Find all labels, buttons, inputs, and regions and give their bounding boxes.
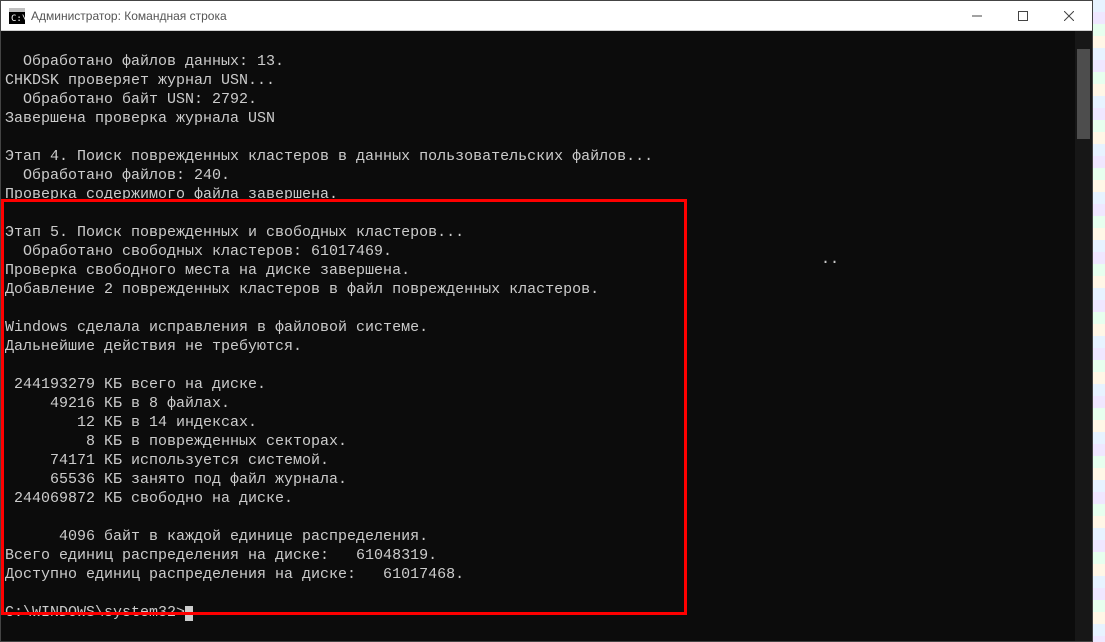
titlebar[interactable]: C:\ Администратор: Командная строка	[1, 1, 1092, 31]
app-window: C:\ Администратор: Командная строка Обра…	[0, 0, 1093, 642]
scrollbar-thumb[interactable]	[1077, 49, 1090, 139]
output-line: 65536 КБ занято под файл журнала.	[5, 471, 347, 488]
desktop-edge	[1093, 0, 1105, 642]
output-line: Дальнейшие действия не требуются.	[5, 338, 302, 355]
output-line: Обработано свободных кластеров: 61017469…	[5, 243, 392, 260]
svg-text:C:\: C:\	[11, 14, 25, 24]
output-line: 8 КБ в поврежденных секторах.	[5, 433, 347, 450]
output-line: Проверка содержимого файла завершена.	[5, 186, 338, 203]
cmd-icon: C:\	[9, 8, 25, 24]
prompt: C:\WINDOWS\system32>	[5, 604, 185, 621]
output-line: Этап 5. Поиск поврежденных и свободных к…	[5, 224, 464, 241]
output-line: 244069872 КБ свободно на диске.	[5, 490, 293, 507]
output-line: Доступно единиц распределения на диске: …	[5, 566, 464, 583]
minimize-button[interactable]	[954, 1, 1000, 30]
output-line: 4096 байт в каждой единице распределения…	[5, 528, 428, 545]
vertical-scrollbar[interactable]	[1075, 31, 1092, 641]
cursor	[185, 606, 193, 621]
ellipsis-indicator: ..	[821, 249, 839, 268]
close-button[interactable]	[1046, 1, 1092, 30]
output-line: Проверка свободного места на диске завер…	[5, 262, 410, 279]
output-line: Добавление 2 поврежденных кластеров в фа…	[5, 281, 599, 298]
output-line: Обработано файлов: 240.	[5, 167, 230, 184]
output-line: 74171 КБ используется системой.	[5, 452, 329, 469]
output-line: Завершена проверка журнала USN	[5, 110, 275, 127]
output-line: 244193279 КБ всего на диске.	[5, 376, 266, 393]
window-title: Администратор: Командная строка	[31, 9, 954, 23]
output-line: CHKDSK проверяет журнал USN...	[5, 72, 275, 89]
output-line: Обработано файлов данных: 13.	[5, 53, 284, 70]
output-line: Всего единиц распределения на диске: 610…	[5, 547, 437, 564]
window-controls	[954, 1, 1092, 30]
output-line: Этап 4. Поиск поврежденных кластеров в д…	[5, 148, 653, 165]
terminal-output[interactable]: Обработано файлов данных: 13. CHKDSK про…	[1, 31, 1075, 641]
output-line: 49216 КБ в 8 файлах.	[5, 395, 230, 412]
output-line: 12 КБ в 14 индексах.	[5, 414, 257, 431]
output-line: Windows сделала исправления в файловой с…	[5, 319, 428, 336]
output-line: Обработано байт USN: 2792.	[5, 91, 257, 108]
maximize-button[interactable]	[1000, 1, 1046, 30]
terminal-area: Обработано файлов данных: 13. CHKDSK про…	[1, 31, 1092, 641]
